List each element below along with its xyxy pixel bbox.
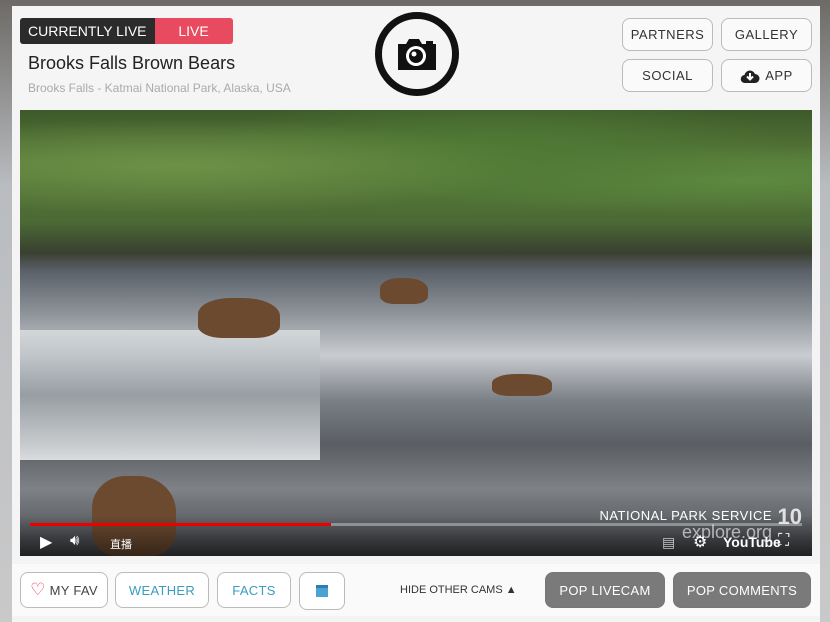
live-badge: LIVE bbox=[154, 18, 233, 44]
social-label: SOCIAL bbox=[642, 68, 693, 83]
bear bbox=[492, 374, 552, 396]
gear-icon[interactable]: ⚙ bbox=[693, 532, 707, 552]
subtitles-icon[interactable]: ▤ bbox=[662, 534, 675, 551]
nps-watermark: NATIONAL PARK SERVICE bbox=[599, 508, 772, 523]
heart-icon: ♡ bbox=[30, 580, 46, 599]
camera-logo-icon[interactable] bbox=[375, 12, 459, 96]
my-fav-label: MY FAV bbox=[49, 582, 98, 598]
calendar-icon bbox=[316, 585, 328, 597]
live-label: 直播 bbox=[110, 539, 132, 551]
pop-comments-label: POP COMMENTS bbox=[686, 582, 798, 598]
social-button[interactable]: SOCIAL bbox=[622, 59, 713, 92]
my-fav-button[interactable]: ♡ MY FAV bbox=[20, 572, 108, 608]
live-indicator: CURRENTLY LIVE LIVE bbox=[20, 18, 233, 44]
app-label: APP bbox=[765, 68, 793, 83]
pop-comments-button[interactable]: POP COMMENTS bbox=[673, 572, 811, 608]
bear bbox=[198, 298, 280, 338]
weather-label: WEATHER bbox=[128, 582, 196, 598]
video-trees bbox=[20, 110, 812, 250]
progress-bar[interactable] bbox=[30, 523, 802, 526]
weather-button[interactable]: WEATHER bbox=[115, 572, 209, 608]
hide-other-cams-label: HIDE OTHER CAMS bbox=[400, 584, 503, 596]
facts-button[interactable]: FACTS bbox=[217, 572, 291, 608]
channel-badge: 10 bbox=[777, 504, 802, 529]
partners-button[interactable]: PARTNERS bbox=[622, 18, 713, 51]
app-button[interactable]: APP bbox=[721, 59, 812, 92]
volume-icon[interactable]: 🔊︎ bbox=[70, 532, 79, 549]
pop-livecam-button[interactable]: POP LIVECAM bbox=[545, 572, 665, 608]
header: CURRENTLY LIVE LIVE Brooks Falls Brown B… bbox=[12, 6, 820, 104]
bear bbox=[380, 278, 428, 304]
youtube-logo[interactable]: YouTube bbox=[723, 534, 781, 550]
facts-label: FACTS bbox=[232, 582, 276, 598]
hide-other-cams-toggle[interactable]: HIDE OTHER CAMS ▲ bbox=[400, 584, 517, 596]
video-waterfall bbox=[20, 330, 320, 460]
fullscreen-icon[interactable]: ⛶ bbox=[778, 532, 789, 550]
currently-live-label: CURRENTLY LIVE bbox=[20, 18, 155, 44]
location-subtitle: Brooks Falls - Katmai National Park, Ala… bbox=[28, 81, 291, 95]
play-icon[interactable]: ▶ bbox=[40, 532, 52, 552]
page-title: Brooks Falls Brown Bears bbox=[28, 53, 236, 73]
caret-up-icon: ▲ bbox=[505, 584, 517, 596]
gallery-label: GALLERY bbox=[734, 27, 799, 42]
gallery-button[interactable]: GALLERY bbox=[721, 18, 812, 51]
bottom-toolbar: ♡ MY FAV WEATHER FACTS HIDE OTHER CAMS ▲ … bbox=[12, 564, 820, 616]
partners-label: PARTNERS bbox=[630, 27, 705, 42]
video-player[interactable]: NATIONAL PARK SERVICE explore.org 10 ▶ 🔊… bbox=[20, 110, 812, 556]
calendar-button[interactable] bbox=[299, 572, 345, 610]
cloud-download-icon bbox=[740, 70, 760, 83]
pop-livecam-label: POP LIVECAM bbox=[559, 582, 651, 598]
progress-fill bbox=[30, 523, 332, 526]
cam-panel: CURRENTLY LIVE LIVE Brooks Falls Brown B… bbox=[12, 6, 820, 622]
